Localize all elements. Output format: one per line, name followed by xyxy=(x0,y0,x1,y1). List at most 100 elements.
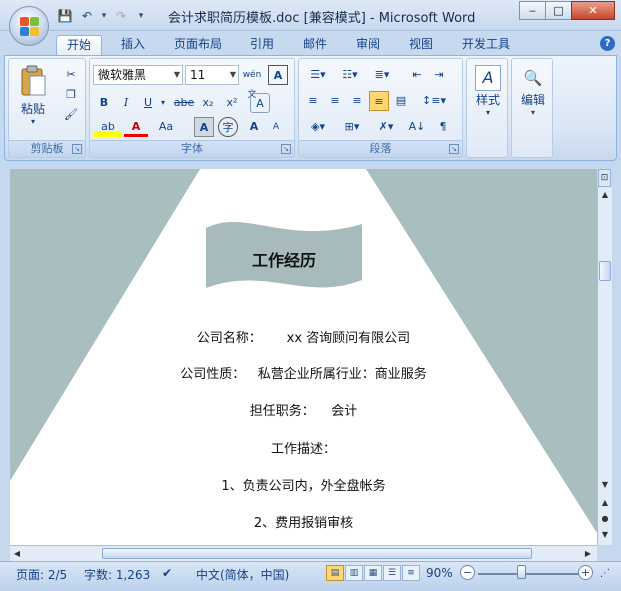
tab-page-layout[interactable]: 页面布局 xyxy=(164,35,232,56)
grow-font-icon[interactable]: A xyxy=(244,117,264,137)
clear-formatting-icon[interactable]: A xyxy=(250,93,270,113)
tab-insert[interactable]: 插入 xyxy=(111,35,155,56)
status-bar: 页面: 2/5 字数: 1,263 ✔ 中文(简体，中国) ▤ ▥ ▦ ☰ ≡ … xyxy=(0,561,621,591)
zoom-level[interactable]: 90% xyxy=(426,566,453,580)
page-indicator[interactable]: 页面: 2/5 xyxy=(16,566,67,583)
font-color-button[interactable]: A xyxy=(124,117,148,137)
subscript-button[interactable]: x₂ xyxy=(198,93,218,113)
full-screen-reading-view-button[interactable]: ▥ xyxy=(345,565,363,581)
doc-line-duty-2: 2、费用报销审核 xyxy=(253,516,354,531)
highlight-color-button[interactable]: ab xyxy=(94,117,122,137)
decrease-indent-icon[interactable]: ⇤ xyxy=(407,65,427,85)
font-group-label: 字体 xyxy=(90,140,294,157)
zoom-slider-knob[interactable] xyxy=(517,565,526,579)
help-icon[interactable]: ? xyxy=(600,36,615,51)
scroll-down-icon[interactable]: ▼ xyxy=(598,477,612,492)
zoom-in-icon[interactable]: + xyxy=(578,565,593,580)
superscript-button[interactable]: x² xyxy=(222,93,242,113)
resize-grip-icon[interactable]: ⋰ xyxy=(600,568,610,579)
styles-button[interactable]: A 样式 ▾ xyxy=(469,65,507,135)
asian-layout-icon[interactable]: ✗▾ xyxy=(371,117,401,137)
align-left-icon[interactable]: ≡ xyxy=(303,91,323,111)
font-group: 微软雅黑 ▼ 11 ▼ wén 文 A B I U ▾ abe x₂ x² A ab… xyxy=(89,58,295,158)
line-spacing-icon[interactable]: ↕≡▾ xyxy=(419,91,449,111)
vertical-scroll-thumb[interactable] xyxy=(599,261,611,281)
enclose-characters-icon[interactable]: 字 xyxy=(218,117,238,137)
character-border-icon[interactable]: A xyxy=(268,65,288,85)
strikethrough-button[interactable]: abe xyxy=(172,93,196,113)
show-marks-icon[interactable]: ¶ xyxy=(433,117,453,137)
tab-view[interactable]: 视图 xyxy=(399,35,443,56)
increase-indent-icon[interactable]: ⇥ xyxy=(429,65,449,85)
close-button[interactable]: ✕ xyxy=(571,1,615,20)
clipboard-launcher-icon[interactable]: ↘ xyxy=(72,144,82,154)
underline-dropdown-icon[interactable]: ▾ xyxy=(158,93,168,113)
horizontal-scrollbar[interactable]: ◀ ▶ xyxy=(10,545,597,561)
draft-view-button[interactable]: ≡ xyxy=(402,565,420,581)
bold-button[interactable]: B xyxy=(94,93,114,113)
align-right-icon[interactable]: ≡ xyxy=(347,91,367,111)
select-browse-object-icon[interactable]: ● xyxy=(598,511,612,526)
editing-button[interactable]: 🔍 编辑 ▾ xyxy=(514,65,552,135)
italic-button[interactable]: I xyxy=(116,93,136,113)
multilevel-list-icon[interactable]: ≣▾ xyxy=(367,65,397,85)
tab-home[interactable]: 开始 xyxy=(56,35,103,56)
copy-icon[interactable]: ❐ xyxy=(61,85,81,105)
redo-icon[interactable]: ↷ xyxy=(112,7,130,25)
scroll-right-icon[interactable]: ▶ xyxy=(581,546,595,561)
word-count[interactable]: 字数: 1,263 xyxy=(84,566,150,583)
office-button[interactable] xyxy=(9,6,49,46)
shading-icon[interactable]: ◈▾ xyxy=(303,117,333,137)
font-size-combo[interactable]: 11 ▼ xyxy=(185,65,239,85)
ribbon-tabs: 开始 插入 页面布局 引用 邮件 审阅 视图 开发工具 ? xyxy=(0,31,621,56)
scroll-up-icon[interactable]: ▲ xyxy=(598,187,612,202)
paragraph-group-label: 段落 xyxy=(299,140,462,157)
undo-icon[interactable]: ↶ xyxy=(78,7,96,25)
paragraph-launcher-icon[interactable]: ↘ xyxy=(449,144,459,154)
character-shading-icon[interactable]: A xyxy=(194,117,214,137)
maximize-button[interactable]: □ xyxy=(545,1,572,20)
distributed-icon[interactable]: ▤ xyxy=(391,91,411,111)
print-layout-view-button[interactable]: ▤ xyxy=(326,565,344,581)
cut-icon[interactable]: ✂ xyxy=(61,65,81,85)
view-ruler-icon[interactable]: ⊡ xyxy=(598,169,611,187)
save-icon[interactable]: 💾 xyxy=(56,7,74,25)
shrink-font-icon[interactable]: A xyxy=(266,117,286,137)
doc-line-position: 担任职务： 会计 xyxy=(249,404,358,419)
document-area[interactable]: 工作经历 公司名称： xx 咨询顾问有限公司 公司性质： 私营企业所属行业：商业… xyxy=(10,169,597,545)
editing-group: 🔍 编辑 ▾ xyxy=(511,58,553,158)
numbering-icon[interactable]: ☷▾ xyxy=(335,65,365,85)
outline-view-button[interactable]: ☰ xyxy=(383,565,401,581)
format-painter-icon[interactable]: 🖌 xyxy=(61,105,81,125)
tab-developer[interactable]: 开发工具 xyxy=(452,35,520,56)
previous-page-icon[interactable]: ▲ xyxy=(598,495,612,510)
sort-icon[interactable]: A↓ xyxy=(407,117,427,137)
tab-mailings[interactable]: 邮件 xyxy=(293,35,337,56)
phonetic-guide-icon[interactable]: wén 文 xyxy=(242,65,262,100)
zoom-slider-track[interactable] xyxy=(478,573,580,575)
horizontal-scroll-thumb[interactable] xyxy=(102,548,532,559)
customize-qat-icon[interactable]: ▾ xyxy=(134,7,148,25)
scroll-left-icon[interactable]: ◀ xyxy=(10,546,24,561)
change-case-button[interactable]: Aa xyxy=(152,117,180,137)
tab-references[interactable]: 引用 xyxy=(240,35,284,56)
web-layout-view-button[interactable]: ▦ xyxy=(364,565,382,581)
undo-dropdown-icon[interactable]: ▾ xyxy=(100,7,108,25)
font-name-combo[interactable]: 微软雅黑 ▼ xyxy=(93,65,183,85)
paste-button[interactable]: 粘贴 ▾ xyxy=(15,65,51,127)
proofing-icon[interactable]: ✔ xyxy=(162,566,172,580)
bullets-icon[interactable]: ☰▾ xyxy=(303,65,333,85)
minimize-button[interactable]: ‒ xyxy=(519,1,546,20)
vertical-scrollbar[interactable]: ▲ ▼ ▲ ● ▼ xyxy=(597,187,612,545)
language-indicator[interactable]: 中文(简体，中国) xyxy=(196,566,289,583)
clipboard-group: 粘贴 ▾ ✂ ❐ 🖌 剪贴板 ↘ xyxy=(8,58,86,158)
font-launcher-icon[interactable]: ↘ xyxy=(281,144,291,154)
zoom-out-icon[interactable]: − xyxy=(460,565,475,580)
next-page-icon[interactable]: ▼ xyxy=(598,527,612,542)
borders-icon[interactable]: ⊞▾ xyxy=(337,117,367,137)
paragraph-group: ☰▾ ☷▾ ≣▾ ⇤ ⇥ ≡ ≡ ≡ ≡ ▤ ↕≡▾ ◈▾ ⊞▾ ✗▾ A↓ ¶… xyxy=(298,58,463,158)
align-center-icon[interactable]: ≡ xyxy=(325,91,345,111)
tab-review[interactable]: 审阅 xyxy=(346,35,390,56)
justify-icon[interactable]: ≡ xyxy=(369,91,389,111)
underline-button[interactable]: U xyxy=(138,93,158,113)
